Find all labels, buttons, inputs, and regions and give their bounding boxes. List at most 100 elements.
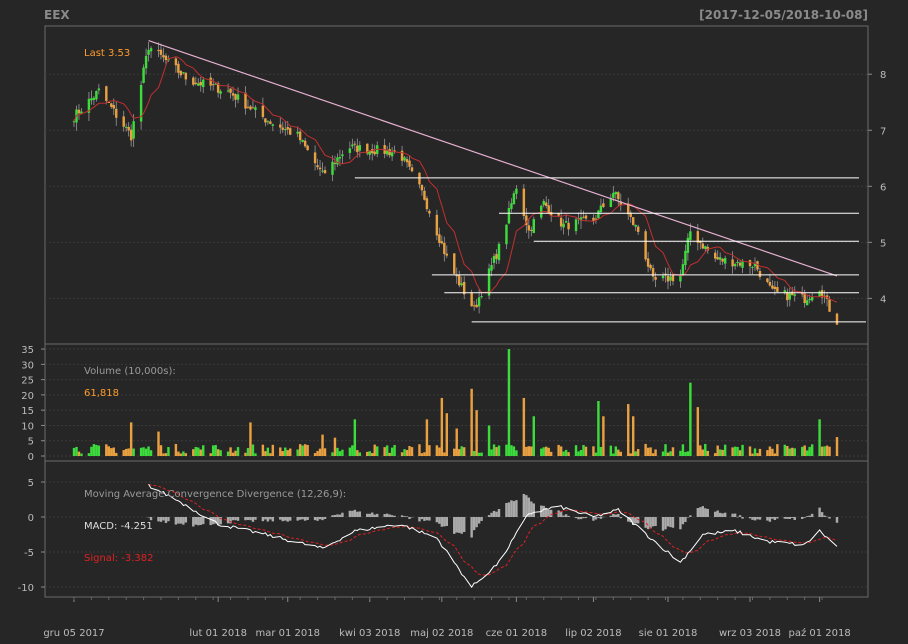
volume-title: Volume (10,000s): <box>84 366 176 377</box>
macd-histogram-bar <box>425 517 429 521</box>
macd-histogram-bar <box>701 506 705 517</box>
macd-histogram-bar <box>177 517 180 524</box>
macd-histogram-bar <box>666 517 670 527</box>
candle-body <box>773 286 777 290</box>
volume-bar <box>505 444 508 456</box>
volume-bar <box>636 449 640 456</box>
candle-body <box>408 160 411 167</box>
volume-bar <box>530 446 533 456</box>
candle-body <box>602 203 605 207</box>
volume-bar <box>236 447 240 456</box>
volume-bar <box>599 446 603 456</box>
candle-body <box>617 192 620 200</box>
volume-bar <box>219 450 222 456</box>
volume-bar <box>162 453 165 456</box>
volume-bar <box>80 453 83 456</box>
candle-body <box>341 154 344 157</box>
candle-body <box>127 126 130 131</box>
macd-histogram-bar <box>197 517 200 526</box>
macd-histogram-bar <box>557 510 560 517</box>
volume-bar <box>619 451 622 456</box>
macd-histogram-bar <box>733 513 737 517</box>
volume-bar <box>455 428 458 456</box>
volume-bar <box>289 448 292 456</box>
candle-body <box>793 294 796 296</box>
volume-bar <box>669 451 672 456</box>
volume-bar <box>487 425 491 456</box>
volume-bar <box>706 450 709 456</box>
candle-body <box>669 276 672 281</box>
volume-bar <box>182 451 185 456</box>
volume-bar <box>351 445 354 456</box>
volume-bar <box>472 450 476 456</box>
macd-y-label: 0 <box>28 513 34 524</box>
candle-body <box>159 49 163 55</box>
candle-body <box>318 167 322 170</box>
macd-histogram-bar <box>681 517 685 525</box>
macd-histogram-bar <box>791 517 794 518</box>
candle-body <box>472 305 476 307</box>
volume-bar <box>664 444 667 456</box>
macd-histogram-bar <box>669 517 672 528</box>
volume-bar <box>686 451 690 456</box>
candle-body <box>92 97 96 100</box>
macd-histogram-bar <box>209 517 212 526</box>
candle-body <box>251 107 255 109</box>
candle-body <box>438 234 441 243</box>
volume-bar <box>453 448 456 456</box>
volume-bar <box>477 452 481 456</box>
macd-histogram-bar <box>428 517 431 521</box>
volume-bar <box>75 446 78 456</box>
macd-histogram-bar <box>684 517 687 523</box>
candle-body <box>425 198 429 210</box>
volume-bar <box>805 450 809 456</box>
candle-body <box>557 213 560 216</box>
macd-histogram-bar <box>542 505 545 517</box>
macd-histogram-bar <box>472 517 476 531</box>
volume-bar <box>281 451 284 456</box>
macd-histogram-bar <box>271 517 275 522</box>
volume-bar <box>303 444 307 456</box>
volume-bar <box>72 447 76 456</box>
volume-bar <box>144 448 148 456</box>
volume-bar <box>338 451 342 456</box>
macd-histogram-bar <box>758 517 762 520</box>
volume-bar <box>733 446 737 456</box>
volume-y-label: 20 <box>21 391 34 402</box>
macd-histogram-bar <box>286 517 289 522</box>
volume-bar <box>249 422 252 456</box>
candle-body <box>495 254 498 259</box>
volume-bar <box>646 447 650 456</box>
signal-value-label: Signal: -3.382 <box>84 553 154 564</box>
candle-body <box>507 207 511 224</box>
price-y-label: 6 <box>880 182 886 193</box>
chart-symbol: EEX <box>44 8 70 22</box>
volume-bar <box>214 445 217 456</box>
macd-histogram-bar <box>614 514 618 517</box>
macd-histogram-bar <box>199 517 202 525</box>
volume-bar <box>264 451 267 456</box>
candle-body <box>90 98 93 101</box>
volume-bar <box>279 447 282 456</box>
candle-body <box>751 267 754 269</box>
volume-bar <box>649 447 652 456</box>
volume-bar <box>177 451 180 456</box>
volume-bar <box>460 446 463 456</box>
candle-body <box>112 105 115 109</box>
macd-histogram-bar <box>236 517 240 521</box>
macd-histogram-bar <box>358 511 362 517</box>
volume-bar <box>542 447 545 456</box>
volume-bar <box>768 446 772 456</box>
x-tick-label: lut 01 2018 <box>189 628 247 639</box>
macd-y-label: -10 <box>18 583 34 594</box>
volume-bar <box>353 419 357 456</box>
macd-histogram-bar <box>149 517 153 521</box>
candle-body <box>336 157 339 165</box>
macd-histogram-bar <box>323 517 327 520</box>
candle-body <box>358 145 362 151</box>
volume-bar <box>142 447 145 456</box>
volume-bar <box>788 448 791 456</box>
candle-body <box>649 265 652 269</box>
volume-bar <box>738 450 742 456</box>
macd-histogram-bar <box>828 517 831 519</box>
